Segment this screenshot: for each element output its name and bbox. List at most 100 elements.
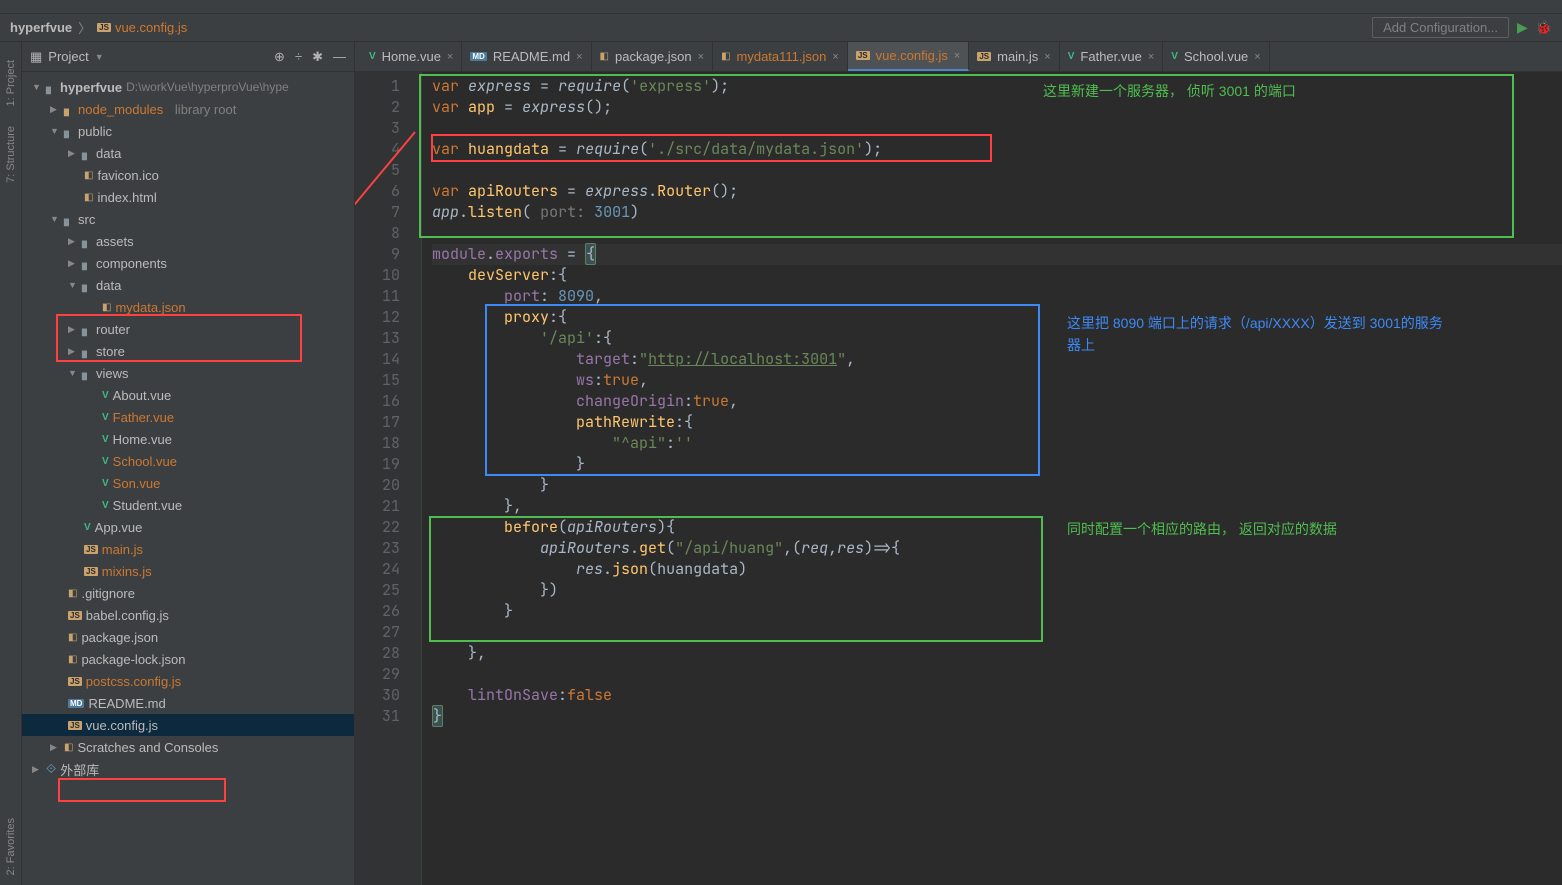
code-line[interactable]: port: 8090, — [432, 286, 1562, 307]
code-line[interactable]: ws:true, — [432, 370, 1562, 391]
code-line[interactable]: }, — [432, 643, 1562, 664]
code-line[interactable]: } — [432, 706, 1562, 727]
code-line[interactable]: res.json(huangdata) — [432, 559, 1562, 580]
tree-mixins[interactable]: JS mixins.js — [22, 560, 354, 582]
folder-icon: ▖ — [82, 277, 92, 293]
js-file-icon: JS — [97, 23, 111, 32]
code-area[interactable]: var express = require('express');var app… — [422, 72, 1562, 885]
editor-tab[interactable]: JSmain.js× — [969, 42, 1059, 71]
hide-icon[interactable]: — — [333, 49, 346, 65]
rail-project[interactable]: 1: Project — [5, 60, 17, 106]
code-line[interactable] — [432, 160, 1562, 181]
editor-tab[interactable]: VSchool.vue× — [1163, 42, 1269, 71]
code-line[interactable]: "^api":'' — [432, 433, 1562, 454]
code-line[interactable]: } — [432, 454, 1562, 475]
settings-icon[interactable]: ✱ — [312, 49, 323, 65]
tree-babel[interactable]: JS babel.config.js — [22, 604, 354, 626]
tree-router[interactable]: ▶▖ router — [22, 318, 354, 340]
code-line[interactable] — [432, 118, 1562, 139]
code-line[interactable]: apiRouters.get("/api/huang",(req,res)=>{ — [432, 538, 1562, 559]
close-icon[interactable]: × — [954, 50, 960, 62]
tree-root[interactable]: ▼▖ hyperfvue D:\workVue\hyperproVue\hype — [22, 76, 354, 98]
editor-tab[interactable]: MDREADME.md× — [462, 42, 591, 71]
close-icon[interactable]: × — [1148, 51, 1154, 63]
tree-src-data[interactable]: ▼▖ data — [22, 274, 354, 296]
tree-son[interactable]: V Son.vue — [22, 472, 354, 494]
tree-postcss[interactable]: JS postcss.config.js — [22, 670, 354, 692]
tree-node-modules[interactable]: ▶▖ node_modules library root — [22, 98, 354, 120]
debug-icon[interactable]: 🐞 — [1536, 20, 1552, 36]
tree-father[interactable]: V Father.vue — [22, 406, 354, 428]
code-line[interactable] — [432, 223, 1562, 244]
rail-structure[interactable]: 7: Structure — [5, 126, 17, 183]
ico-file-icon: ◧ — [84, 170, 93, 181]
editor-tab[interactable]: ◧mydata111.json× — [713, 42, 848, 71]
close-icon[interactable]: × — [576, 51, 582, 63]
tree-vueconfig[interactable]: JS vue.config.js — [22, 714, 354, 736]
tree-components[interactable]: ▶▖ components — [22, 252, 354, 274]
dropdown-icon[interactable]: ▼ — [95, 52, 104, 62]
code-line[interactable] — [432, 664, 1562, 685]
sidebar-title[interactable]: Project — [48, 49, 88, 64]
code-line[interactable]: devServer:{ — [432, 265, 1562, 286]
code-line[interactable] — [432, 622, 1562, 643]
tree-app[interactable]: V App.vue — [22, 516, 354, 538]
tree-mainjs[interactable]: JS main.js — [22, 538, 354, 560]
tree-packagelock[interactable]: ◧ package-lock.json — [22, 648, 354, 670]
code-editor[interactable]: 1234567891011121314151617181920212223242… — [355, 72, 1562, 885]
code-line[interactable]: lintOnSave:false — [432, 685, 1562, 706]
editor-tab[interactable]: JSvue.config.js× — [848, 42, 970, 71]
run-icon[interactable]: ▶ — [1517, 19, 1528, 36]
expand-icon[interactable]: ⊕ — [274, 49, 285, 65]
tree-home[interactable]: V Home.vue — [22, 428, 354, 450]
code-line[interactable]: }) — [432, 580, 1562, 601]
tree-public-data[interactable]: ▶▖ data — [22, 142, 354, 164]
tree-src[interactable]: ▼▖ src — [22, 208, 354, 230]
tree-views[interactable]: ▼▖ views — [22, 362, 354, 384]
close-icon[interactable]: × — [832, 51, 838, 63]
code-line[interactable]: var apiRouters = express.Router(); — [432, 181, 1562, 202]
tree-packagejson[interactable]: ◧ package.json — [22, 626, 354, 648]
tree-external[interactable]: ▶⟐ 外部库 — [22, 758, 354, 780]
folder-icon: ▖ — [82, 255, 92, 271]
close-icon[interactable]: × — [447, 51, 453, 63]
code-line[interactable]: module.exports = { — [432, 244, 1562, 265]
code-line[interactable]: changeOrigin:true, — [432, 391, 1562, 412]
code-line[interactable]: }, — [432, 496, 1562, 517]
tree-school[interactable]: V School.vue — [22, 450, 354, 472]
tree-about[interactable]: V About.vue — [22, 384, 354, 406]
close-icon[interactable]: × — [1044, 51, 1050, 63]
main-menu-bar — [0, 0, 1562, 14]
code-line[interactable]: var express = require('express'); — [432, 76, 1562, 97]
code-line[interactable]: var huangdata = require('./src/data/myda… — [432, 139, 1562, 160]
close-icon[interactable]: × — [698, 51, 704, 63]
tree-scratches[interactable]: ▶◧ Scratches and Consoles — [22, 736, 354, 758]
breadcrumb-file[interactable]: JS vue.config.js — [97, 20, 187, 35]
code-line[interactable]: var app = express(); — [432, 97, 1562, 118]
tree-index[interactable]: ◧ index.html — [22, 186, 354, 208]
folder-icon: ▖ — [64, 211, 74, 227]
code-line[interactable]: } — [432, 601, 1562, 622]
folder-icon: ▖ — [46, 79, 56, 95]
tree-store[interactable]: ▶▖ store — [22, 340, 354, 362]
code-line[interactable]: app.listen( port: 3001) — [432, 202, 1562, 223]
tree-assets[interactable]: ▶▖ assets — [22, 230, 354, 252]
tree-readme[interactable]: MD README.md — [22, 692, 354, 714]
tree-student[interactable]: V Student.vue — [22, 494, 354, 516]
tree-mydata[interactable]: ◧ mydata.json — [22, 296, 354, 318]
editor-tab[interactable]: VFather.vue× — [1060, 42, 1164, 71]
collapse-icon[interactable]: ÷ — [295, 49, 302, 65]
breadcrumb-root[interactable]: hyperfvue — [10, 20, 72, 35]
tree-gitignore[interactable]: ◧ .gitignore — [22, 582, 354, 604]
tree-public[interactable]: ▼▖ public — [22, 120, 354, 142]
editor-tab[interactable]: VHome.vue× — [361, 42, 462, 71]
code-line[interactable]: } — [432, 475, 1562, 496]
close-icon[interactable]: × — [1254, 51, 1260, 63]
editor-tab[interactable]: ◧package.json× — [592, 42, 714, 71]
tree-favicon[interactable]: ◧ favicon.ico — [22, 164, 354, 186]
code-line[interactable]: pathRewrite:{ — [432, 412, 1562, 433]
rail-favorites[interactable]: 2: Favorites — [5, 818, 17, 875]
folder-icon: ▖ — [82, 145, 92, 161]
add-configuration-button[interactable]: Add Configuration... — [1372, 17, 1509, 38]
project-tree[interactable]: ▼▖ hyperfvue D:\workVue\hyperproVue\hype… — [22, 72, 354, 885]
